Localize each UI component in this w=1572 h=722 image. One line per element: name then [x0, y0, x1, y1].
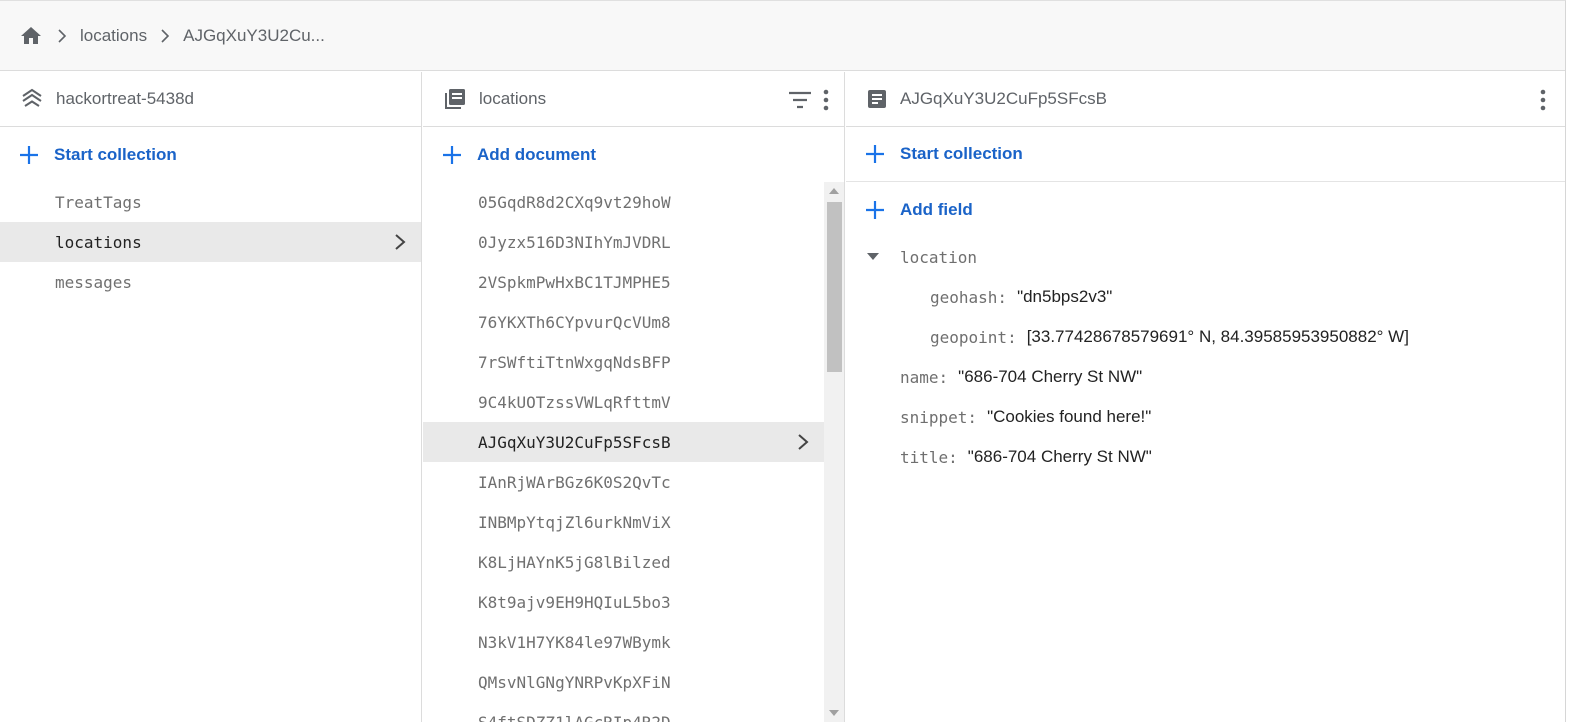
field-value: "686-704 Cherry St NW": [958, 367, 1143, 386]
collection-title: locations: [479, 89, 547, 108]
collection-panel-header: locations: [423, 72, 844, 127]
collection-item-treattags[interactable]: TreatTags: [0, 182, 421, 222]
document-list-scrollbar[interactable]: [824, 182, 844, 722]
document-id: 0Jyzx516D3NIhYmJVDRL: [478, 232, 671, 252]
field-snippet[interactable]: snippet: "Cookies found here!": [866, 397, 1565, 437]
field-value: "686-704 Cherry St NW": [967, 447, 1152, 466]
document-id: INBMpYtqjZl6urkNmViX: [478, 512, 671, 532]
document-panel: AJGqXuY3U2CuFp5SFcsB Start collection Ad…: [846, 72, 1565, 722]
root-panel-header: hackortreat-5438d: [0, 72, 421, 127]
field-key: location: [900, 247, 978, 267]
scrollbar-thumb[interactable]: [827, 202, 842, 372]
list-item[interactable]: QMsvNlGNgYNRPvKpXFiN: [423, 662, 824, 702]
list-item[interactable]: 9C4kUOTzssVWLqRfttmV: [423, 382, 824, 422]
list-item-label: locations: [55, 232, 142, 252]
document-header-actions: [1539, 72, 1547, 127]
document-id: 05GqdR8d2CXq9vt29hoW: [478, 192, 671, 212]
collection-header-actions: [788, 72, 830, 127]
collection-list: TreatTags locations messages: [0, 182, 421, 302]
plus-icon: [441, 144, 463, 166]
caret-down-icon[interactable]: [866, 252, 900, 262]
document-list: 05GqdR8d2CXq9vt29hoW 0Jyzx516D3NIhYmJVDR…: [423, 182, 824, 722]
firestore-console: locations AJGqXuY3U2Cu... hackortreat-54…: [0, 0, 1566, 722]
start-collection-label: Start collection: [54, 144, 177, 164]
document-icon: [866, 88, 888, 110]
plus-icon: [864, 199, 886, 221]
document-id: N3kV1H7YK84le97WBymk: [478, 632, 671, 652]
document-id: 2VSpkmPwHxBC1TJMPHE5: [478, 272, 671, 292]
chevron-right-icon: [393, 232, 407, 256]
home-icon[interactable]: [18, 24, 44, 48]
root-panel: hackortreat-5438d Start collection Treat…: [0, 72, 422, 722]
more-vert-icon[interactable]: [1539, 89, 1547, 111]
list-item[interactable]: IAnRjWArBGz6K0S2QvTc: [423, 462, 824, 502]
list-item-label: messages: [55, 272, 133, 292]
field-geohash[interactable]: geohash: "dn5bps2v3": [866, 277, 1565, 317]
field-value: [33.77428678579691° N, 84.39585953950882…: [1026, 327, 1409, 346]
list-item[interactable]: INBMpYtqjZl6urkNmViX: [423, 502, 824, 542]
field-title[interactable]: title: "686-704 Cherry St NW": [866, 437, 1565, 477]
list-item[interactable]: 76YKXTh6CYpvurQcVUm8: [423, 302, 824, 342]
document-panel-header: AJGqXuY3U2CuFp5SFcsB: [846, 72, 1565, 127]
add-document-label: Add document: [477, 144, 596, 164]
list-item-label: TreatTags: [55, 192, 142, 212]
field-value: "dn5bps2v3": [1017, 287, 1113, 306]
field-name[interactable]: name: "686-704 Cherry St NW": [866, 357, 1565, 397]
list-item[interactable]: 2VSpkmPwHxBC1TJMPHE5: [423, 262, 824, 302]
collection-panel: locations Add document 05GqdR8d2CXq9vt29…: [423, 72, 845, 722]
field-key: snippet:: [900, 407, 978, 427]
plus-icon: [864, 143, 886, 165]
list-item-selected[interactable]: AJGqXuY3U2CuFp5SFcsB: [423, 422, 824, 462]
list-item[interactable]: 7rSWftiTtnWxgqNdsBFP: [423, 342, 824, 382]
document-id: K8t9ajv9EH9HQIuL5bo3: [478, 592, 671, 612]
database-stack-icon: [20, 87, 44, 111]
collection-item-messages[interactable]: messages: [0, 262, 421, 302]
list-item[interactable]: 05GqdR8d2CXq9vt29hoW: [423, 182, 824, 222]
field-key: geopoint:: [930, 327, 1017, 347]
field-value: "Cookies found here!": [987, 407, 1152, 426]
chevron-right-icon: [44, 26, 80, 46]
add-field-button[interactable]: Add field: [846, 182, 1565, 237]
filter-icon[interactable]: [788, 90, 812, 110]
project-title: hackortreat-5438d: [56, 89, 194, 108]
breadcrumb-item-locations[interactable]: locations: [80, 26, 147, 46]
document-id: IAnRjWArBGz6K0S2QvTc: [478, 472, 671, 492]
document-title: AJGqXuY3U2CuFp5SFcsB: [900, 89, 1107, 108]
document-id: 9C4kUOTzssVWLqRfttmV: [478, 392, 671, 412]
breadcrumb-item-document[interactable]: AJGqXuY3U2Cu...: [183, 26, 325, 46]
scroll-down-arrow-icon[interactable]: [829, 710, 839, 716]
field-key: name:: [900, 367, 949, 387]
list-item[interactable]: S4ftSDZZ1lAGcRIp4R2D: [423, 702, 824, 722]
document-id: K8LjHAYnK5jG8lBilzed: [478, 552, 671, 572]
list-item[interactable]: K8t9ajv9EH9HQIuL5bo3: [423, 582, 824, 622]
document-id: S4ftSDZZ1lAGcRIp4R2D: [478, 712, 671, 722]
plus-icon: [18, 144, 40, 166]
field-location[interactable]: location: [866, 237, 1565, 277]
document-id: 76YKXTh6CYpvurQcVUm8: [478, 312, 671, 332]
list-item[interactable]: K8LjHAYnK5jG8lBilzed: [423, 542, 824, 582]
add-field-label: Add field: [900, 199, 973, 219]
document-id: QMsvNlGNgYNRPvKpXFiN: [478, 672, 671, 692]
document-id: 7rSWftiTtnWxgqNdsBFP: [478, 352, 671, 372]
scroll-up-arrow-icon[interactable]: [829, 188, 839, 194]
field-key: title:: [900, 447, 958, 467]
start-subcollection-button[interactable]: Start collection: [846, 127, 1565, 182]
more-vert-icon[interactable]: [822, 89, 830, 111]
field-key: geohash:: [930, 287, 1008, 307]
start-collection-label: Start collection: [900, 144, 1023, 163]
collection-item-locations[interactable]: locations: [0, 222, 421, 262]
add-document-button[interactable]: Add document: [423, 127, 844, 182]
chevron-right-icon: [796, 432, 810, 456]
document-id: AJGqXuY3U2CuFp5SFcsB: [478, 432, 671, 452]
field-geopoint[interactable]: geopoint: [33.77428678579691° N, 84.3958…: [866, 317, 1565, 357]
list-item[interactable]: N3kV1H7YK84le97WBymk: [423, 622, 824, 662]
start-collection-button[interactable]: Start collection: [0, 127, 421, 182]
field-list: location geohash: "dn5bps2v3" geopoint: …: [846, 237, 1565, 477]
breadcrumb: locations AJGqXuY3U2Cu...: [0, 1, 1565, 71]
collection-icon: [443, 87, 467, 111]
list-item[interactable]: 0Jyzx516D3NIhYmJVDRL: [423, 222, 824, 262]
chevron-right-icon: [147, 26, 183, 46]
